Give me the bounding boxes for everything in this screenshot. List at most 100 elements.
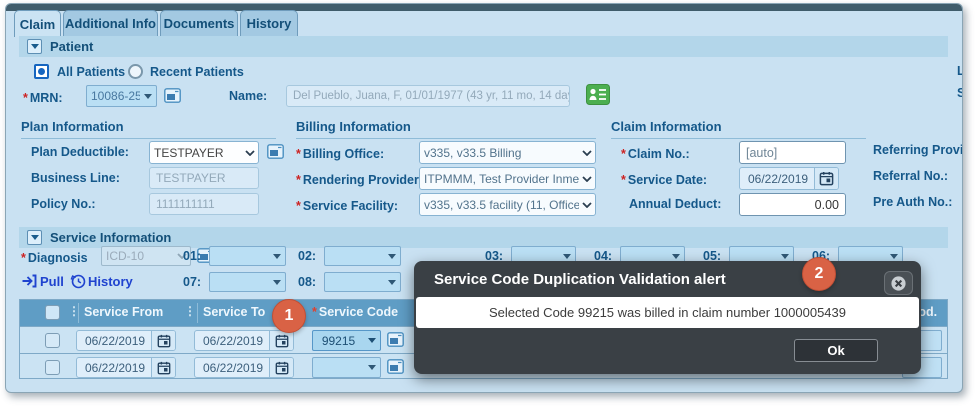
calendar-icon[interactable] [269, 331, 293, 350]
policy-no-field: 1111111111 [149, 193, 259, 215]
diag-slot-07-select[interactable] [209, 272, 286, 292]
required-marker: * [296, 173, 301, 187]
chevron-down-icon [364, 338, 380, 343]
tab-documents[interactable]: Documents [160, 10, 238, 36]
select-all-checkbox[interactable] [45, 305, 60, 320]
diag-slot-02-label: 02: [298, 249, 316, 263]
service-date-field[interactable]: 06/22/2019 [739, 167, 839, 190]
col-header-service-from[interactable]: Service From [84, 305, 163, 319]
tab-claim[interactable]: Claim [14, 10, 61, 37]
column-menu-icon[interactable]: ⋮ [184, 306, 196, 316]
claim-info-title: Claim Information [611, 119, 866, 139]
chevron-down-icon [269, 254, 285, 259]
service-facility-select[interactable]: v335, v33.5 facility (11, Office) [419, 193, 596, 216]
diag-slot-01-label: 01: [183, 249, 201, 263]
history-icon[interactable] [70, 273, 86, 294]
diag-slot-08-select[interactable] [324, 272, 401, 292]
name-field: Del Pueblo, Juana, F, 01/01/1977 (43 yr,… [286, 85, 570, 107]
chevron-down-icon [384, 280, 400, 285]
required-marker: * [312, 305, 317, 319]
diag-slot-07-label: 07: [183, 275, 201, 289]
icd-version-select[interactable]: ICD-10 [101, 246, 191, 266]
chevron-down-icon [579, 150, 595, 156]
chevron-down-icon [579, 202, 595, 208]
dialog-close-button[interactable] [884, 271, 913, 295]
pull-icon[interactable] [21, 273, 37, 294]
history-link[interactable]: History [88, 274, 133, 289]
chevron-down-icon [269, 280, 285, 285]
name-label: Name: [229, 89, 267, 103]
tab-history[interactable]: History [240, 10, 298, 36]
duplication-alert-dialog: Service Code Duplication Validation aler… [414, 261, 921, 374]
plan-lookup-icon[interactable] [267, 144, 284, 164]
required-marker: * [23, 91, 28, 105]
annual-deduct-field[interactable]: 0.00 [739, 193, 846, 216]
service-code-lookup-icon[interactable] [387, 359, 404, 379]
service-section-title: Service Information [50, 230, 171, 245]
ok-button[interactable]: Ok [794, 339, 878, 362]
diag-slot-08-label: 08: [298, 275, 316, 289]
recent-patients-radio[interactable] [128, 64, 143, 79]
billing-office-select[interactable]: v335, v33.5 Billing [419, 141, 596, 164]
service-to-date[interactable]: 06/22/2019 [194, 357, 294, 378]
required-marker: * [621, 147, 626, 161]
referral-no-label: Referral No.: [873, 169, 948, 183]
close-icon [890, 275, 907, 292]
calendar-icon[interactable] [151, 358, 175, 377]
service-from-date[interactable]: 06/22/2019 [76, 357, 176, 378]
service-code-select[interactable]: 99215 [312, 330, 381, 351]
chevron-down-icon [777, 254, 793, 259]
service-to-value: 06/22/2019 [195, 358, 269, 377]
required-marker: * [21, 251, 26, 265]
chevron-down-icon [242, 150, 258, 156]
required-marker: * [621, 173, 626, 187]
calendar-icon[interactable] [814, 168, 838, 189]
patient-section-header: Patient [19, 36, 948, 57]
claim-no-field[interactable]: [auto] [739, 141, 846, 164]
tab-additional-info[interactable]: Additional Info [63, 10, 158, 36]
service-code-value: 99215 [313, 334, 364, 348]
patient-card-icon[interactable] [586, 84, 610, 110]
service-code-select[interactable] [312, 357, 381, 378]
all-patients-radio[interactable] [34, 64, 49, 79]
calendar-icon[interactable] [269, 358, 293, 377]
mrn-label: *MRN: [23, 89, 63, 107]
collapse-service-button[interactable] [27, 230, 42, 245]
plan-deductible-select[interactable]: TESTPAYER [149, 141, 259, 164]
diagnosis-label: *Diagnosis [21, 249, 88, 267]
diag-slot-02-select[interactable] [324, 246, 401, 266]
service-to-value: 06/22/2019 [195, 331, 269, 350]
service-date-label: *Service Date: [621, 171, 707, 189]
rendering-provider-select[interactable]: ITPMMM, Test Provider Inmedia [419, 167, 596, 190]
col-header-service-to[interactable]: Service To [203, 305, 265, 319]
mrn-lookup-icon[interactable] [164, 88, 181, 108]
business-line-label: Business Line: [31, 171, 120, 185]
diag-slot-01-select[interactable] [209, 246, 286, 266]
row-checkbox[interactable] [45, 333, 60, 348]
tab-documents-label: Documents [164, 16, 235, 31]
pull-link[interactable]: Pull [40, 274, 64, 289]
policy-no-label: Policy No.: [31, 197, 96, 211]
mrn-select[interactable]: 10086-25 [86, 85, 157, 107]
row-checkbox[interactable] [45, 360, 60, 375]
tab-additional-info-label: Additional Info [65, 16, 156, 31]
service-from-date[interactable]: 06/22/2019 [76, 330, 176, 351]
billing-info-title: Billing Information [296, 119, 596, 139]
billing-office-value: v335, v33.5 Billing [420, 146, 579, 160]
service-code-lookup-icon[interactable] [387, 332, 404, 352]
service-to-date[interactable]: 06/22/2019 [194, 330, 294, 351]
chevron-down-icon [364, 365, 380, 370]
pre-auth-no-label: Pre Auth No.: [873, 195, 952, 209]
tab-history-label: History [247, 16, 292, 31]
dialog-message: Selected Code 99215 was billed in claim … [489, 305, 846, 320]
clipped-label-l: L [957, 64, 963, 78]
claim-window: Claim Additional Info Documents History … [5, 3, 963, 393]
clipped-label-s: S [957, 86, 963, 100]
business-line-field: TESTPAYER [149, 167, 259, 189]
referring-provider-label: Referring Provider [873, 143, 963, 157]
calendar-icon[interactable] [151, 331, 175, 350]
collapse-patient-button[interactable] [27, 39, 42, 54]
col-header-service-code[interactable]: *Service Code [312, 305, 398, 319]
plan-deductible-value: TESTPAYER [150, 146, 242, 160]
billing-office-label: *Billing Office: [296, 145, 384, 163]
